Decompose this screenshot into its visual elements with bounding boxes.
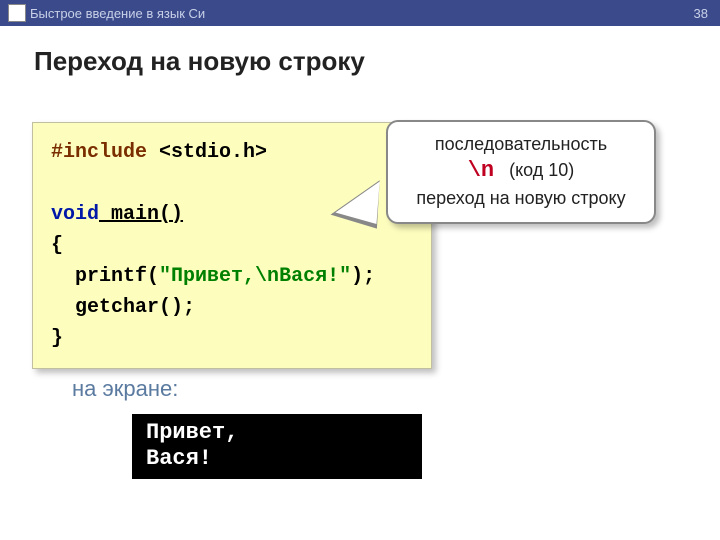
string-part1: "Привет,: [159, 265, 255, 288]
code-block: #include <stdio.h> void main() { printf(…: [32, 122, 432, 369]
brace-close: }: [51, 323, 413, 354]
balloon-code-note: (код 10): [494, 160, 574, 180]
onscreen-label: на экране:: [72, 376, 178, 402]
header-logo-square: [8, 4, 26, 22]
slide-title: Переход на новую строку: [34, 46, 720, 77]
printf-call: printf(: [51, 265, 159, 288]
balloon-escape: \n: [468, 158, 494, 183]
getchar-line: getchar();: [51, 292, 413, 323]
balloon-line3: переход на новую строку: [404, 186, 638, 210]
balloon-line1: последовательность: [404, 132, 638, 156]
string-part2: Вася!": [279, 265, 351, 288]
callout-balloon: последовательность \n (код 10) переход н…: [386, 120, 656, 224]
void-keyword: void: [51, 203, 99, 226]
slide-header: Быстрое введение в язык Си 38: [0, 0, 720, 26]
main-signature: main(): [99, 203, 183, 226]
breadcrumb: Быстрое введение в язык Си: [30, 6, 205, 21]
page-number: 38: [694, 6, 708, 21]
printf-end: );: [351, 265, 375, 288]
string-escape: \n: [255, 265, 279, 288]
console-output: Привет, Вася!: [132, 414, 422, 479]
include-keyword: #include: [51, 141, 147, 164]
include-arg: <stdio.h>: [147, 141, 267, 164]
